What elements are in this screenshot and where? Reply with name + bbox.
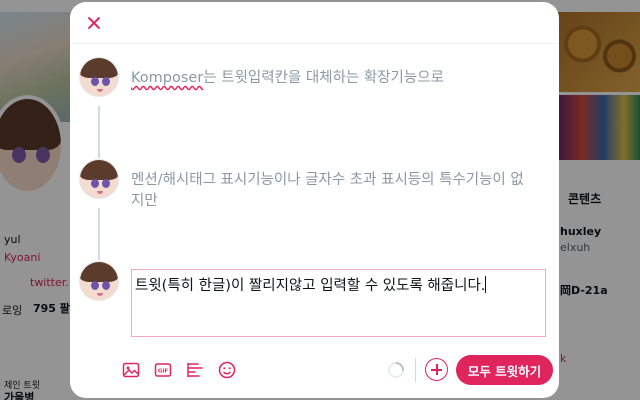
modal-header bbox=[70, 2, 559, 44]
thread-connector bbox=[98, 208, 100, 260]
thread-connector bbox=[98, 106, 100, 158]
text-caret bbox=[485, 276, 487, 293]
thread-tweet-text[interactable]: 멘션/해시태그 표시기능이나 글자수 초과 표시등의 특수기능이 없지만 bbox=[131, 170, 536, 212]
misspelled-word: Komposer bbox=[131, 70, 204, 86]
tweet-text-rest: 는 트윗입력칸을 대체하는 확장기능으로 bbox=[203, 70, 444, 86]
thread-tweet-text[interactable]: Komposer는 트윗입력칸을 대체하는 확장기능으로 bbox=[131, 68, 536, 89]
compose-toolbar: GIF 모두 트윗하기 bbox=[70, 352, 559, 388]
poll-icon[interactable] bbox=[185, 360, 205, 380]
svg-text:GIF: GIF bbox=[158, 369, 169, 375]
tweet-editor[interactable]: 트윗(특히 한글)이 짤리지않고 입력할 수 있도록 해줍니다. bbox=[131, 269, 546, 337]
image-icon[interactable] bbox=[121, 360, 141, 380]
user-avatar bbox=[79, 57, 119, 97]
emoji-icon[interactable] bbox=[217, 360, 237, 380]
user-avatar bbox=[79, 159, 119, 199]
toolbar-divider bbox=[415, 358, 416, 382]
user-avatar bbox=[79, 261, 119, 301]
close-icon[interactable] bbox=[82, 11, 106, 35]
editor-text: 트윗(특히 한글)이 짤리지않고 입력할 수 있도록 해줍니다. bbox=[135, 278, 486, 294]
compose-modal: Komposer는 트윗입력칸을 대체하는 확장기능으로 멘션/해시태그 표시기… bbox=[70, 2, 559, 398]
add-tweet-icon[interactable] bbox=[425, 358, 448, 381]
gif-icon[interactable]: GIF bbox=[153, 360, 173, 380]
tweet-all-button[interactable]: 모두 트윗하기 bbox=[456, 355, 553, 385]
character-count-ring bbox=[388, 362, 404, 378]
